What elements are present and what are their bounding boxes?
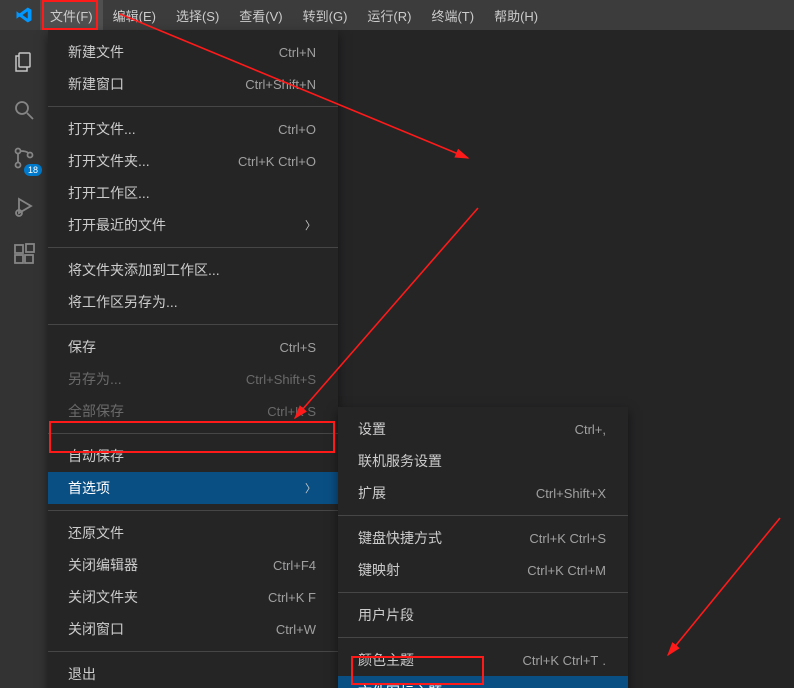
file-menu-item[interactable]: 打开文件夹... Ctrl+K Ctrl+O <box>48 145 338 177</box>
run-debug-icon[interactable] <box>0 182 48 230</box>
app-icon <box>8 0 40 30</box>
menu-item-shortcut: Ctrl+W <box>276 622 316 637</box>
menu-separator <box>48 510 338 511</box>
menu-item-label: 文件图标主题 <box>358 682 442 688</box>
menu-item-shortcut: Ctrl+Shift+X <box>536 486 606 501</box>
file-menu-item[interactable]: 保存 Ctrl+S <box>48 331 338 363</box>
menu-item-shortcut: Ctrl+, <box>575 422 606 437</box>
menu-item-label: 自动保存 <box>68 446 124 466</box>
pref-menu-item[interactable]: 联机服务设置 <box>338 445 628 477</box>
menu-separator <box>338 637 628 638</box>
menu-item-shortcut: Ctrl+S <box>280 340 316 355</box>
file-menu-item[interactable]: 打开最近的文件 〉 <box>48 209 338 241</box>
menu-item-label: 打开文件... <box>68 119 136 139</box>
file-menu-item[interactable]: 关闭编辑器 Ctrl+F4 <box>48 549 338 581</box>
menu-item[interactable]: 编辑(E) <box>103 0 166 30</box>
menu-separator <box>338 592 628 593</box>
file-menu-item[interactable]: 首选项 〉 <box>48 472 338 504</box>
menu-item-label: 另存为... <box>68 369 122 389</box>
menu-item-shortcut: Ctrl+O <box>278 122 316 137</box>
menu-separator <box>48 651 338 652</box>
menu-item-label: 保存 <box>68 337 96 357</box>
menu-separator <box>48 106 338 107</box>
source-control-icon[interactable]: 18 <box>0 134 48 182</box>
menu-bar: 文件(F)编辑(E)选择(S)查看(V)转到(G)运行(R)终端(T)帮助(H) <box>0 0 794 30</box>
menu-item-label: 还原文件 <box>68 523 124 543</box>
menu-item[interactable]: 文件(F) <box>40 0 103 30</box>
preferences-submenu: 设置 Ctrl+, 联机服务设置扩展 Ctrl+Shift+X 键盘快捷方式 Ctrl+K… <box>338 407 628 688</box>
menu-item-shortcut: Ctrl+K Ctrl+M <box>527 563 606 578</box>
pref-menu-item[interactable]: 文件图标主题 <box>338 676 628 688</box>
menu-separator <box>48 433 338 434</box>
pref-menu-item[interactable]: 颜色主题 Ctrl+K Ctrl+T. <box>338 644 628 676</box>
menu-item-shortcut: Ctrl+N <box>279 45 316 60</box>
menu-item[interactable]: 运行(R) <box>357 0 421 30</box>
menu-item-label: 全部保存 <box>68 401 124 421</box>
chevron-right-icon: 〉 <box>305 217 316 233</box>
menu-item-label: 关闭窗口 <box>68 619 124 639</box>
pref-menu-item[interactable]: 用户片段 <box>338 599 628 631</box>
menu-item-label: 将工作区另存为... <box>68 292 178 312</box>
menu-item-label: 关闭编辑器 <box>68 555 138 575</box>
menu-item-label: 用户片段 <box>358 605 414 625</box>
explorer-icon[interactable] <box>0 38 48 86</box>
menu-separator <box>338 515 628 516</box>
menu-item-shortcut: Ctrl+K Ctrl+O <box>238 154 316 169</box>
menu-item-shortcut: Ctrl+Shift+N <box>245 77 316 92</box>
menu-item-label: 新建文件 <box>68 42 124 62</box>
menu-item-label: 打开最近的文件 <box>68 215 166 235</box>
menu-item[interactable]: 帮助(H) <box>484 0 548 30</box>
menu-item-label: 新建窗口 <box>68 74 124 94</box>
file-menu-item[interactable]: 退出 <box>48 658 338 688</box>
menu-item-label: 颜色主题 <box>358 650 414 670</box>
file-menu-item: 全部保存 Ctrl+K S <box>48 395 338 427</box>
menu-item-label: 键映射 <box>358 560 400 580</box>
file-menu-item[interactable]: 新建窗口 Ctrl+Shift+N <box>48 68 338 100</box>
menu-item-label: 设置 <box>358 419 386 439</box>
search-icon[interactable] <box>0 86 48 134</box>
menu-item-shortcut: Ctrl+Shift+S <box>246 372 316 387</box>
scm-badge: 18 <box>24 164 42 176</box>
activity-bar: 18 <box>0 30 48 688</box>
menu-item-label: 打开文件夹... <box>68 151 150 171</box>
menu-item-label: 打开工作区... <box>68 183 150 203</box>
menu-item-label: 退出 <box>68 664 96 684</box>
file-menu-dropdown: 新建文件Ctrl+N新建窗口Ctrl+Shift+N打开文件...Ctrl+O打… <box>48 30 338 688</box>
menu-item-label: 首选项 <box>68 478 110 498</box>
menu-separator <box>48 247 338 248</box>
pref-menu-item[interactable]: 键映射 Ctrl+K Ctrl+M <box>338 554 628 586</box>
file-menu-item[interactable]: 关闭窗口 Ctrl+W <box>48 613 338 645</box>
menu-item-label: 联机服务设置 <box>358 451 442 471</box>
pref-menu-item[interactable]: 扩展 Ctrl+Shift+X <box>338 477 628 509</box>
file-menu-item[interactable]: 还原文件 <box>48 517 338 549</box>
pref-menu-item[interactable]: 设置 Ctrl+, <box>338 413 628 445</box>
file-menu-item[interactable]: 新建文件 Ctrl+N <box>48 36 338 68</box>
menu-item-shortcut: Ctrl+K F <box>268 590 316 605</box>
file-menu-item[interactable]: 打开工作区... <box>48 177 338 209</box>
menu-item-label: 关闭文件夹 <box>68 587 138 607</box>
menu-item[interactable]: 转到(G) <box>293 0 358 30</box>
menu-item-label: 将文件夹添加到工作区... <box>68 260 220 280</box>
file-menu-item[interactable]: 打开文件... Ctrl+O <box>48 113 338 145</box>
extensions-icon[interactable] <box>0 230 48 278</box>
menu-item[interactable]: 选择(S) <box>166 0 229 30</box>
file-menu-item[interactable]: 自动保存 <box>48 440 338 472</box>
menu-item-shortcut: Ctrl+K Ctrl+S <box>529 531 606 546</box>
menu-item-label: 键盘快捷方式 <box>358 528 442 548</box>
menu-item-shortcut: Ctrl+K S <box>267 404 316 419</box>
menu-item-shortcut: Ctrl+K Ctrl+T. <box>523 653 606 668</box>
menu-item[interactable]: 终端(T) <box>421 0 484 30</box>
file-menu-item[interactable]: 关闭文件夹 Ctrl+K F <box>48 581 338 613</box>
menu-separator <box>48 324 338 325</box>
file-menu-item: 另存为... Ctrl+Shift+S <box>48 363 338 395</box>
chevron-right-icon: 〉 <box>305 480 316 496</box>
file-menu-item[interactable]: 将文件夹添加到工作区... <box>48 254 338 286</box>
file-menu-item[interactable]: 将工作区另存为... <box>48 286 338 318</box>
menu-item[interactable]: 查看(V) <box>229 0 292 30</box>
menu-item-shortcut: Ctrl+F4 <box>273 558 316 573</box>
pref-menu-item[interactable]: 键盘快捷方式 Ctrl+K Ctrl+S <box>338 522 628 554</box>
menu-item-label: 扩展 <box>358 483 386 503</box>
